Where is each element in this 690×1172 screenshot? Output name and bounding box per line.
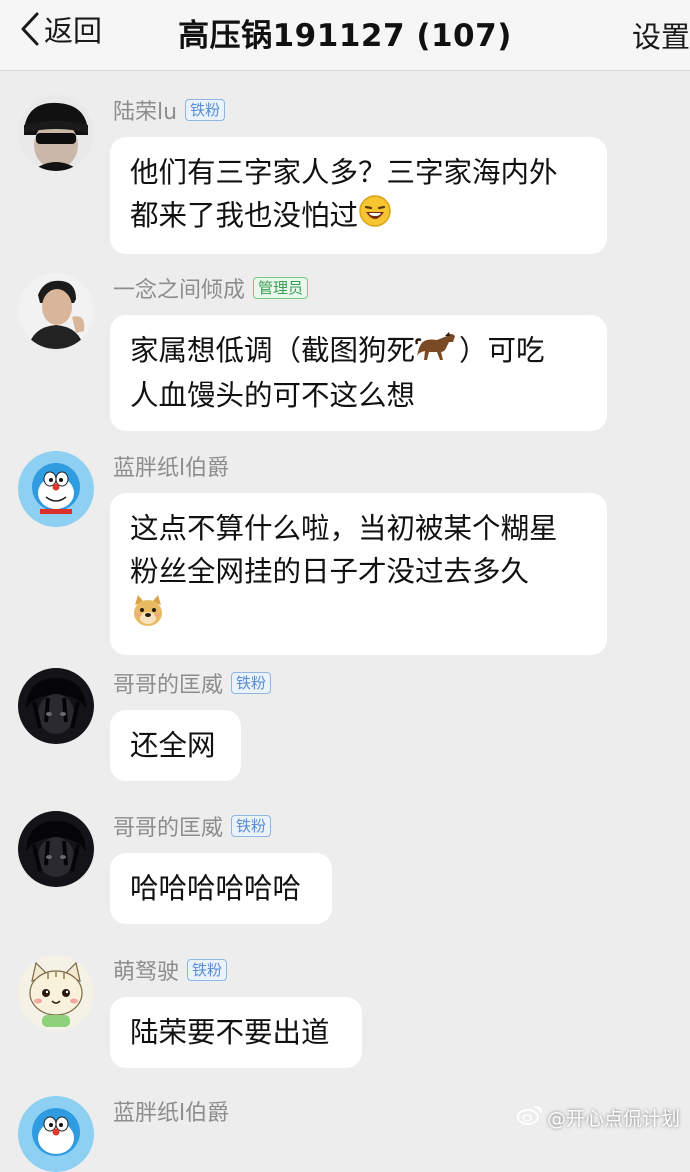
message-line: 他们有三字家人多？三字家海内外 — [130, 156, 558, 189]
nav-bar: 返回 高压锅191127 (107) 设置 — [0, 0, 690, 71]
doge-emoji — [130, 593, 166, 641]
doraemon-avatar[interactable] — [18, 451, 94, 527]
sender-info: 萌驽驶 铁粉 — [113, 954, 228, 986]
sender-name[interactable]: 萌驽驶 — [113, 954, 179, 986]
sender-name[interactable]: 陆荣lu — [113, 94, 177, 126]
message-line: 这点不算什么啦，当初被某个糊星 — [130, 512, 558, 545]
man-portrait-avatar[interactable] — [18, 273, 94, 349]
sender-info: 哥哥的匡威 铁粉 — [113, 667, 272, 699]
sunglasses-man-avatar[interactable] — [18, 95, 94, 171]
sender-name[interactable]: 哥哥的匡威 — [113, 667, 223, 699]
message-line: 陆荣要不要出道 — [130, 1016, 330, 1049]
doraemon-avatar[interactable] — [18, 1096, 94, 1172]
sender-info: 哥哥的匡威 铁粉 — [113, 810, 272, 842]
sender-info: 陆荣lu 铁粉 — [113, 94, 226, 126]
page-title: 高压锅191127 (107) — [178, 18, 512, 54]
sender-name[interactable]: 蓝胖纸l伯爵 — [113, 450, 229, 482]
dark-anime-avatar[interactable] — [18, 811, 94, 887]
sender-name[interactable]: 哥哥的匡威 — [113, 810, 223, 842]
admin-badge: 管理员 — [253, 277, 309, 299]
chat-list[interactable]: 陆荣lu 铁粉 他们有三字家人多？三字家海内外 都来了我也没怕过 一念之间倾成 … — [0, 71, 690, 1172]
message-bubble[interactable]: 陆荣要不要出道 — [110, 997, 362, 1068]
cartoon-cat-avatar[interactable] — [18, 955, 94, 1031]
fan-badge: 铁粉 — [187, 959, 228, 981]
message-line: 人血馒头的可不这么想 — [130, 379, 416, 412]
message-bubble[interactable]: 家属想低调（截图狗死 ）可吃 人血馒头的可不这么想 — [110, 315, 607, 431]
message-bubble[interactable]: 还全网 — [110, 710, 241, 781]
message-bubble[interactable]: 他们有三字家人多？三字家海内外 都来了我也没怕过 — [110, 137, 607, 254]
message-bubble[interactable]: 这点不算什么啦，当初被某个糊星 粉丝全网挂的日子才没过去多久 — [110, 493, 607, 655]
fan-badge: 铁粉 — [231, 815, 272, 837]
laughing-face-emoji — [358, 194, 392, 240]
fan-badge: 铁粉 — [185, 99, 226, 121]
sender-name[interactable]: 蓝胖纸l伯爵 — [113, 1095, 229, 1127]
watermark: @开心点侃计划 — [516, 1104, 680, 1131]
settings-button[interactable]: 设置 — [632, 14, 690, 56]
message-line: 还全网 — [130, 729, 216, 762]
sender-name[interactable]: 一念之间倾成 — [113, 272, 245, 304]
message-line — [130, 593, 587, 641]
dark-anime-avatar[interactable] — [18, 668, 94, 744]
sender-info: 蓝胖纸l伯爵 — [113, 451, 229, 481]
horse-emoji — [415, 330, 459, 374]
message-line: 粉丝全网挂的日子才没过去多久 — [130, 555, 530, 588]
watermark-text: @开心点侃计划 — [546, 1108, 680, 1130]
message-line: 哈哈哈哈哈哈 — [130, 872, 302, 905]
message-line: 家属想低调（截图狗死 ）可吃 — [130, 329, 587, 374]
message-bubble[interactable]: 哈哈哈哈哈哈 — [110, 853, 332, 924]
fan-badge: 铁粉 — [231, 672, 272, 694]
weibo-logo-icon — [516, 1105, 543, 1130]
message-line: 都来了我也没怕过 — [130, 194, 587, 240]
sender-info: 蓝胖纸l伯爵 — [113, 1096, 229, 1126]
sender-info: 一念之间倾成 管理员 — [113, 272, 309, 304]
